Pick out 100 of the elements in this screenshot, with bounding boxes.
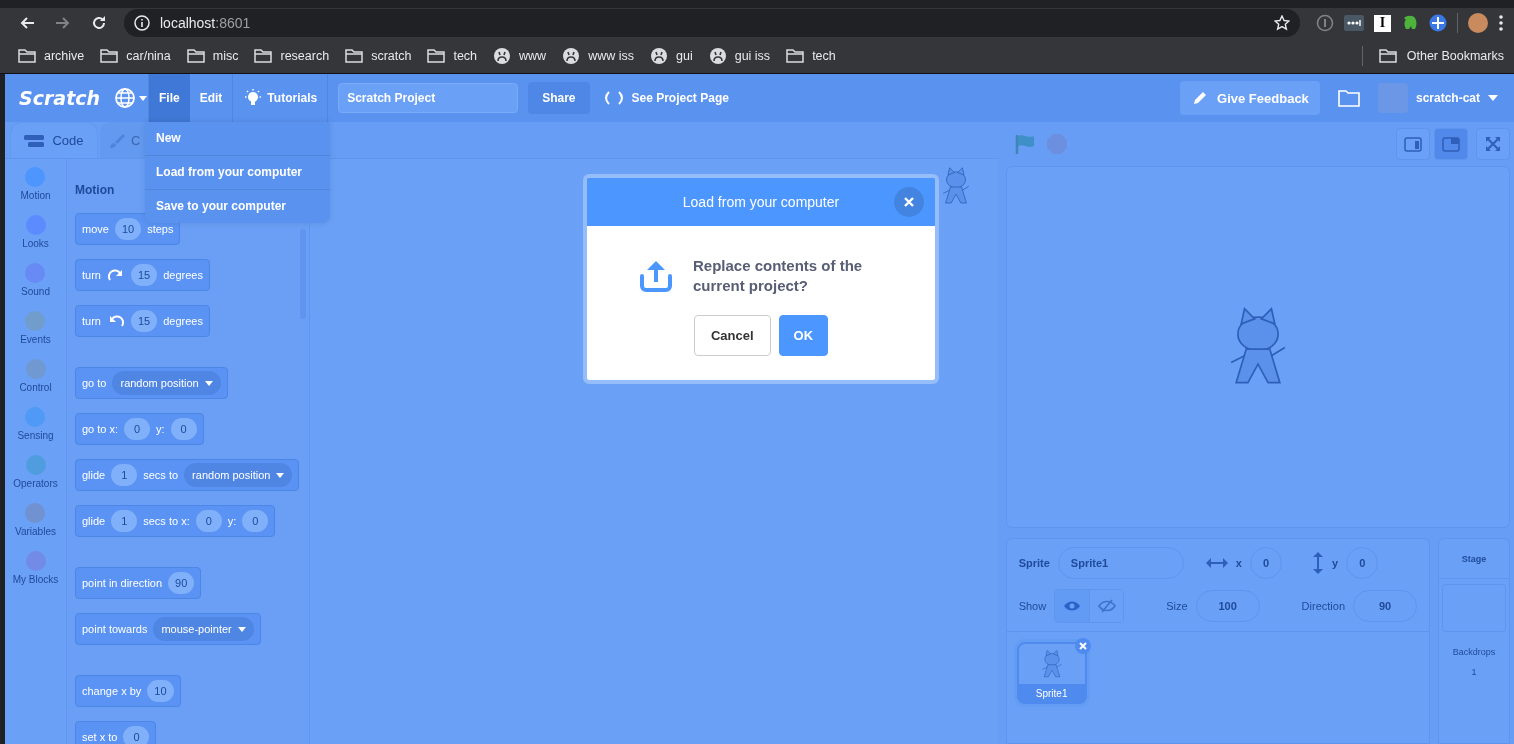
code-icon	[24, 133, 45, 148]
category-item[interactable]: Control	[19, 359, 52, 393]
show-button[interactable]	[1055, 590, 1090, 622]
category-item[interactable]: Events	[20, 311, 51, 345]
cancel-button[interactable]: Cancel	[693, 315, 771, 356]
lightbulb-icon	[243, 88, 264, 108]
block-dropdown[interactable]: random position	[184, 463, 293, 487]
number-input[interactable]: 15	[130, 264, 158, 286]
block-dropdown[interactable]: mouse-pointer	[153, 617, 254, 641]
logo[interactable]: Scratch	[15, 87, 114, 109]
stage-size-button[interactable]	[1434, 128, 1468, 160]
horizontal-arrows-icon	[1205, 557, 1228, 569]
extension-icon[interactable]: I	[1374, 14, 1391, 32]
block-text: turn	[82, 315, 101, 327]
code-block[interactable]: move 10 steps	[75, 213, 181, 245]
folder-icon[interactable]	[1337, 89, 1360, 107]
number-input[interactable]: 0	[123, 726, 150, 744]
category-item[interactable]: Motion	[20, 167, 51, 201]
reload-icon[interactable]	[90, 14, 108, 32]
bookmark[interactable]: research	[254, 47, 330, 64]
number-input[interactable]: 0	[242, 510, 269, 532]
code-block[interactable]: go to x: 0 y: 0	[75, 413, 204, 445]
fullscreen-button[interactable]	[1476, 128, 1510, 160]
bookmark[interactable]: www	[493, 46, 547, 65]
field-label: Sprite	[1018, 557, 1050, 569]
bookmark-star-icon[interactable]	[1274, 15, 1290, 31]
number-input[interactable]: 90	[168, 572, 195, 594]
bookmark[interactable]: tech	[786, 47, 836, 64]
stage-size-button[interactable]	[1396, 128, 1430, 160]
bookmark[interactable]: archive	[18, 47, 85, 64]
globe-icon[interactable]	[114, 87, 148, 109]
category-item[interactable]: Variables	[15, 503, 56, 537]
info-icon	[134, 15, 150, 31]
menu-item[interactable]: File	[149, 74, 190, 122]
category-item[interactable]: Operators	[13, 455, 58, 489]
see-project-page-link[interactable]: See Project Page	[589, 88, 743, 108]
hide-button[interactable]	[1089, 590, 1124, 622]
backdrops-label: Backdrops	[1452, 647, 1496, 657]
bookmark[interactable]: car/nina	[100, 47, 171, 64]
menu-item[interactable]: Edit	[189, 74, 233, 122]
code-block[interactable]: go to random position	[75, 367, 228, 399]
bookmark[interactable]: tech	[427, 47, 478, 64]
category-item[interactable]: My Blocks	[12, 551, 59, 585]
code-block[interactable]: point towards mouse-pointer	[75, 613, 261, 645]
code-block[interactable]: change x by 10	[75, 675, 181, 707]
block-dropdown[interactable]: random position	[112, 371, 221, 395]
number-input[interactable]: 10	[147, 680, 174, 702]
caret-icon	[1488, 95, 1498, 101]
bookmark[interactable]: scratch	[345, 47, 412, 64]
field-label: Show	[1018, 600, 1047, 612]
caret-icon	[204, 380, 213, 386]
menu-icon[interactable]	[1498, 14, 1504, 32]
backdrops-count: 1	[1471, 667, 1477, 677]
give-feedback-button[interactable]: Give Feedback	[1179, 81, 1320, 115]
code-block[interactable]: set x to 0	[75, 721, 157, 744]
block-text: go to	[82, 377, 107, 389]
delete-icon[interactable]	[1074, 638, 1091, 654]
code-block[interactable]: point in direction 90	[75, 567, 202, 599]
bookmark[interactable]: gui iss	[708, 46, 771, 65]
code-block[interactable]: glide 1 secs to x: 0 y: 0	[75, 505, 276, 537]
code-block[interactable]: glide 1 secs to random position	[75, 459, 300, 491]
folder-icon	[427, 47, 446, 64]
menu-item[interactable]: Load from your computer	[145, 155, 330, 189]
number-input[interactable]: 15	[130, 310, 158, 332]
menu-item[interactable]: Save to your computer	[145, 189, 330, 223]
number-input[interactable]: 0	[170, 418, 197, 440]
close-button[interactable]	[894, 187, 924, 217]
url-port: :8601	[215, 15, 251, 31]
number-input[interactable]: 1	[111, 510, 138, 532]
tutorials-button[interactable]: Tutorials	[233, 74, 328, 122]
category-item[interactable]: Looks	[22, 215, 49, 249]
code-block[interactable]: turn 15 degrees	[75, 305, 210, 337]
field-label: Direction	[1301, 600, 1345, 612]
dots-icon[interactable]	[1344, 14, 1364, 32]
number-input[interactable]: 0	[124, 418, 151, 440]
bookmark[interactable]: www iss	[562, 46, 634, 65]
site-icon	[708, 46, 727, 65]
info-icon[interactable]	[1316, 14, 1334, 32]
plus-icon[interactable]	[1429, 14, 1447, 32]
avatar-icon[interactable]	[1468, 13, 1488, 33]
stage-pane-title: Stage	[1439, 539, 1509, 579]
code-block[interactable]: turn 15 degrees	[75, 259, 210, 291]
category-item[interactable]: Sound	[21, 263, 50, 297]
address-field[interactable]: localhost:8601	[124, 9, 1300, 37]
editor-tab[interactable]: Code	[10, 122, 98, 158]
ok-button[interactable]: OK	[778, 315, 829, 356]
block-text: degrees	[163, 269, 203, 281]
number-input[interactable]: 10	[114, 218, 142, 240]
number-input[interactable]: 0	[195, 510, 222, 532]
block-text: secs to x:	[143, 515, 190, 527]
block-text: glide	[82, 515, 106, 527]
bookmark[interactable]: misc	[186, 47, 239, 64]
share-button[interactable]: Share	[528, 82, 590, 114]
account-menu[interactable]: scratch-cat	[1377, 83, 1504, 113]
number-input[interactable]: 1	[111, 464, 138, 486]
project-title-field[interactable]: Scratch Project	[338, 83, 519, 113]
block-text: set x to	[82, 731, 118, 743]
bookmark[interactable]: Other Bookmarks	[1378, 47, 1504, 64]
bookmark[interactable]: gui	[650, 46, 693, 65]
category-item[interactable]: Sensing	[17, 407, 54, 441]
